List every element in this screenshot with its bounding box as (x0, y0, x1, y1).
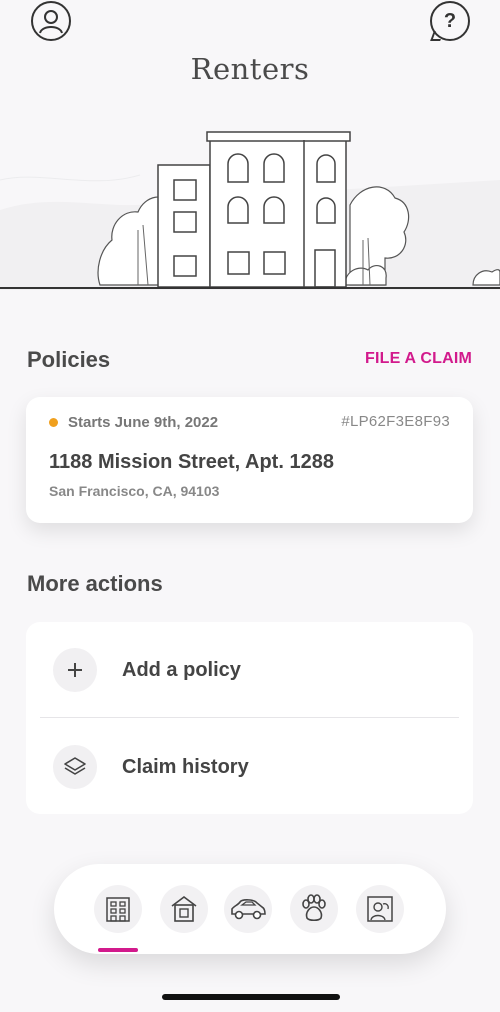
page-title: Renters (190, 52, 310, 86)
policy-city: San Francisco, CA, 94103 (49, 483, 220, 499)
house-icon (171, 896, 197, 922)
active-tab-indicator (98, 948, 138, 952)
car-icon (231, 899, 266, 920)
user-icon (39, 10, 63, 34)
policy-id: #LP62F3E8F93 (341, 413, 450, 430)
divider (40, 717, 459, 718)
status-dot-icon (49, 418, 58, 427)
claim-history-button[interactable]: Claim history (26, 719, 473, 815)
nav-renters[interactable] (94, 885, 142, 933)
apartment-icon (106, 897, 130, 922)
policies-section-title: Policies (27, 347, 111, 372)
bottom-navigation (54, 864, 446, 954)
claim-history-label: Claim history (122, 755, 249, 778)
policy-card[interactable]: Starts June 9th, 2022 #LP62F3E8F93 1188 … (26, 397, 473, 523)
nav-home[interactable] (160, 885, 208, 933)
profile-button[interactable] (31, 1, 71, 41)
building-illustration (0, 131, 500, 290)
help-icon: ? (443, 9, 457, 32)
file-claim-link[interactable]: FILE A CLAIM (365, 350, 472, 368)
nav-pet[interactable] (290, 885, 338, 933)
add-policy-label: Add a policy (122, 658, 241, 681)
layers-icon (53, 745, 97, 789)
top-bar: ? (0, 0, 500, 44)
more-actions-list: Add a policy Claim history (26, 622, 473, 814)
policy-status-text: Starts June 9th, 2022 (68, 414, 219, 431)
policy-address: 1188 Mission Street, Apt. 1288 (49, 451, 334, 473)
add-policy-button[interactable]: Add a policy (26, 622, 473, 718)
nav-photo[interactable] (356, 885, 404, 933)
help-button[interactable]: ? (430, 1, 470, 41)
nav-car[interactable] (224, 885, 272, 933)
policy-status: Starts June 9th, 2022 (49, 414, 218, 431)
paw-icon (302, 894, 326, 922)
more-actions-title: More actions (27, 571, 163, 596)
plus-icon (53, 648, 97, 692)
home-indicator (162, 994, 340, 1000)
photo-icon (367, 896, 393, 922)
